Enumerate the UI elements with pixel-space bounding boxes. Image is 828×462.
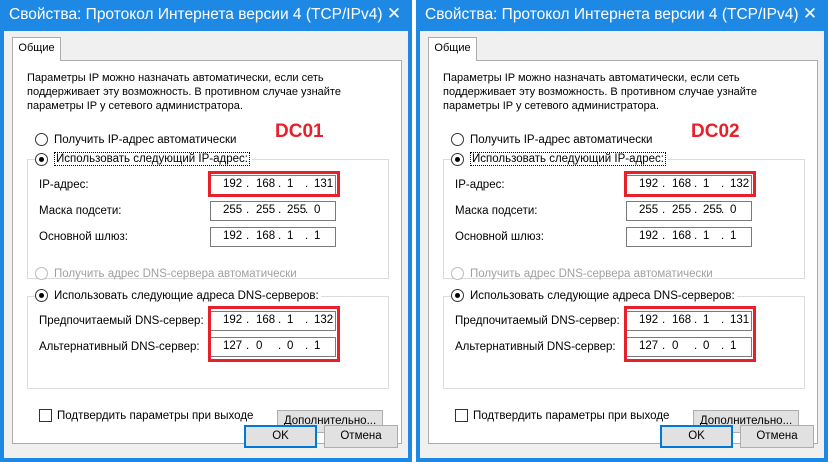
ip-address-label: IP-адрес: <box>39 179 89 191</box>
subnet-mask-label: Маска подсети: <box>39 205 122 217</box>
highlight-box-ip <box>624 171 756 197</box>
window-title: Свойства: Протокол Интернета версии 4 (T… <box>9 6 383 23</box>
radio-ip-auto[interactable]: Получить IP-адрес автоматически <box>35 133 236 146</box>
preferred-dns-label: Предпочитаемый DNS-сервер: <box>455 315 620 327</box>
radio-ip-auto-button[interactable] <box>451 133 464 146</box>
radio-ip-manual[interactable]: Использовать следующий IP-адрес: <box>35 152 252 166</box>
tab-panel: Параметры IP можно назначать автоматичес… <box>428 60 818 444</box>
gateway-label: Основной шлюз: <box>455 231 544 243</box>
title-bar[interactable]: Свойства: Протокол Интернета версии 4 (T… <box>416 0 828 31</box>
window-title: Свойства: Протокол Интернета версии 4 (T… <box>425 6 799 23</box>
radio-ip-manual-label: Использовать следующий IP-адрес: <box>54 152 250 166</box>
radio-ip-auto-button[interactable] <box>35 133 48 146</box>
radio-dns-manual[interactable]: Использовать следующие адреса DNS-сервер… <box>35 289 321 302</box>
highlight-box-dns <box>208 306 340 362</box>
radio-dns-manual-label: Использовать следующие адреса DNS-сервер… <box>470 289 735 302</box>
radio-ip-auto-label: Получить IP-адрес автоматически <box>54 133 237 146</box>
radio-ip-manual-button[interactable] <box>451 152 464 166</box>
radio-dns-auto-button[interactable] <box>451 267 464 280</box>
radio-ip-manual[interactable]: Использовать следующий IP-адрес: <box>451 152 668 166</box>
dialog-client: Общие Параметры IP можно назначать автом… <box>4 31 408 458</box>
ip-address-label: IP-адрес: <box>455 179 505 191</box>
radio-ip-manual-label: Использовать следующий IP-адрес: <box>470 152 666 166</box>
preferred-dns-label: Предпочитаемый DNS-сервер: <box>39 315 204 327</box>
dialog-window-dc02: Свойства: Протокол Интернета версии 4 (T… <box>416 0 828 462</box>
confirm-label: Подтвердить параметры при выходе <box>57 409 254 422</box>
radio-dns-manual-button[interactable] <box>451 289 464 302</box>
confirm-checkbox[interactable] <box>455 409 468 422</box>
radio-dns-auto-label: Получить адрес DNS-сервера автоматически <box>54 267 297 280</box>
dialog-window-dc01: Свойства: Протокол Интернета версии 4 (T… <box>0 0 412 462</box>
radio-ip-auto[interactable]: Получить IP-адрес автоматически <box>451 133 652 146</box>
radio-dns-manual-label: Использовать следующие адреса DNS-сервер… <box>54 289 319 302</box>
gateway-label: Основной шлюз: <box>39 231 128 243</box>
highlight-box-dns <box>624 306 756 362</box>
description-text: Параметры IP можно назначать автоматичес… <box>27 72 341 112</box>
tab-general[interactable]: Общие <box>428 37 477 61</box>
ok-button[interactable]: OK <box>244 425 317 448</box>
alternate-dns-label: Альтернативный DNS-сервер: <box>455 341 616 353</box>
ok-button[interactable]: OK <box>660 425 733 448</box>
gateway-field[interactable]: 192. 168. 1. 1 <box>210 227 336 247</box>
alternate-dns-label: Альтернативный DNS-сервер: <box>39 341 200 353</box>
tab-panel: Параметры IP можно назначать автоматичес… <box>12 60 402 444</box>
tab-general[interactable]: Общие <box>12 37 61 61</box>
confirm-on-exit[interactable]: Подтвердить параметры при выходе <box>39 409 253 422</box>
radio-ip-auto-label: Получить IP-адрес автоматически <box>470 133 653 146</box>
radio-dns-auto[interactable]: Получить адрес DNS-сервера автоматически <box>451 267 713 280</box>
close-icon[interactable]: ✕ <box>798 3 822 25</box>
radio-dns-auto-button[interactable] <box>35 267 48 280</box>
dialog-client: Общие Параметры IP можно назначать автом… <box>420 31 824 458</box>
confirm-label: Подтвердить параметры при выходе <box>473 409 670 422</box>
cancel-button[interactable]: Отмена <box>740 425 814 448</box>
radio-dns-auto-label: Получить адрес DNS-сервера автоматически <box>470 267 713 280</box>
description-text: Параметры IP можно назначать автоматичес… <box>443 72 757 112</box>
gateway-field[interactable]: 192. 168. 1. 1 <box>626 227 752 247</box>
cancel-button[interactable]: Отмена <box>324 425 398 448</box>
radio-dns-manual[interactable]: Использовать следующие адреса DNS-сервер… <box>451 289 737 302</box>
highlight-box-ip <box>208 171 340 197</box>
confirm-on-exit[interactable]: Подтвердить параметры при выходе <box>455 409 669 422</box>
subnet-mask-field[interactable]: 255. 255. 255. 0 <box>626 201 752 221</box>
annotation-dc-label: DC01 <box>275 121 324 142</box>
annotation-dc-label: DC02 <box>691 121 740 142</box>
subnet-mask-field[interactable]: 255. 255. 255. 0 <box>210 201 336 221</box>
confirm-checkbox[interactable] <box>39 409 52 422</box>
radio-dns-auto[interactable]: Получить адрес DNS-сервера автоматически <box>35 267 297 280</box>
radio-dns-manual-button[interactable] <box>35 289 48 302</box>
radio-ip-manual-button[interactable] <box>35 152 48 166</box>
close-icon[interactable]: ✕ <box>382 3 406 25</box>
title-bar[interactable]: Свойства: Протокол Интернета версии 4 (T… <box>0 0 412 31</box>
subnet-mask-label: Маска подсети: <box>455 205 538 217</box>
